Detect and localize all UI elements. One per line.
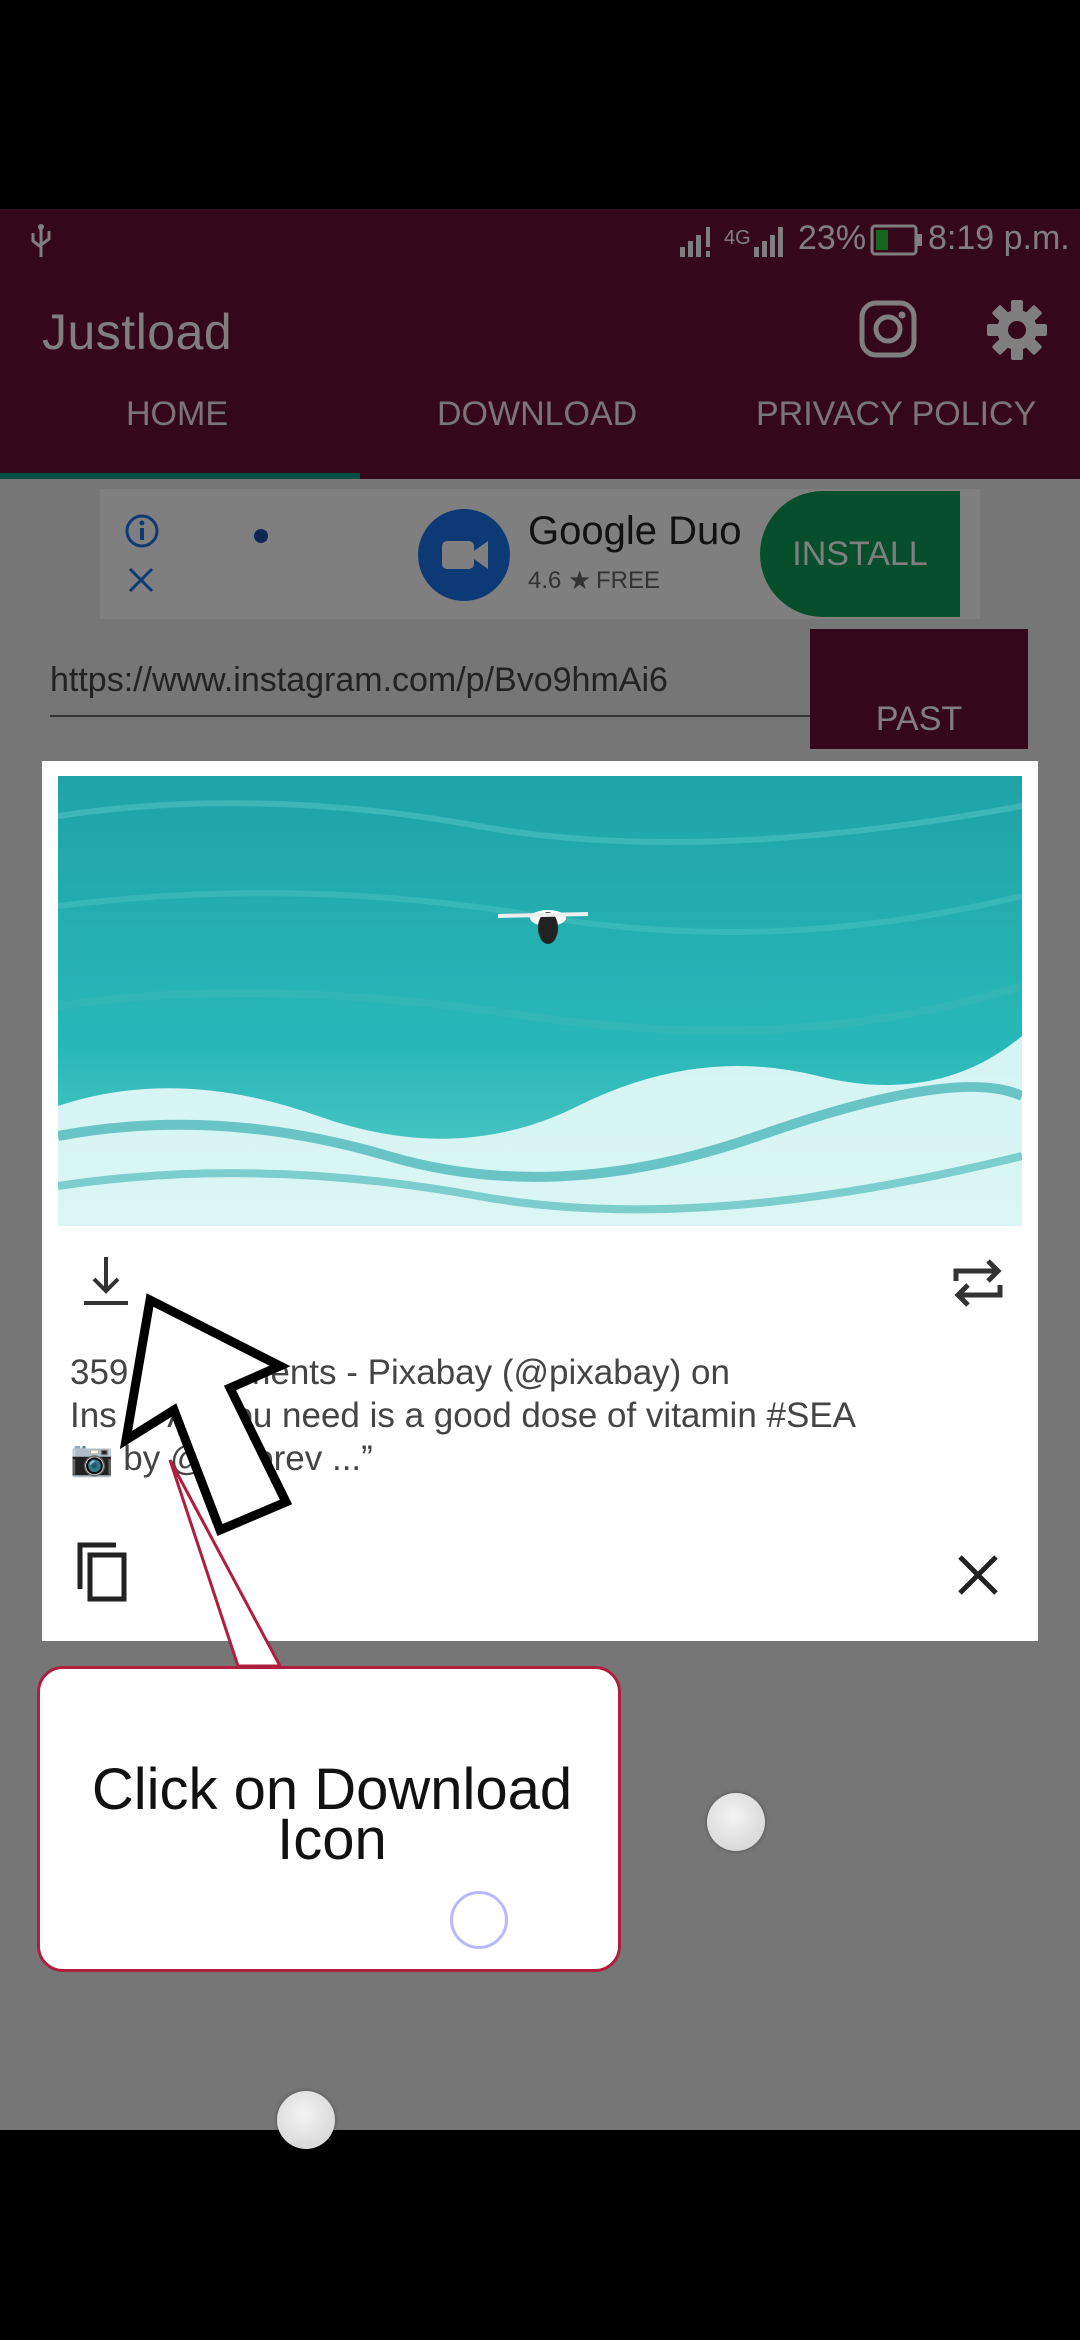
- sea-photo: [58, 776, 1022, 1226]
- tooltip-line-2: Icon: [277, 1807, 387, 1872]
- touch-indicator: [707, 1793, 765, 1851]
- touch-indicator-ring: [450, 1891, 508, 1949]
- copy-icon[interactable]: [72, 1539, 132, 1605]
- touch-indicator-2: [277, 2091, 335, 2149]
- tooltip-text: Click on Download Icon: [40, 1761, 624, 1872]
- tutorial-tooltip: Click on Download Icon: [37, 1666, 621, 1972]
- tooltip-tail: [168, 1459, 283, 1668]
- close-icon[interactable]: [954, 1551, 1002, 1599]
- post-image: [58, 776, 1022, 1226]
- repost-icon[interactable]: [950, 1255, 1006, 1311]
